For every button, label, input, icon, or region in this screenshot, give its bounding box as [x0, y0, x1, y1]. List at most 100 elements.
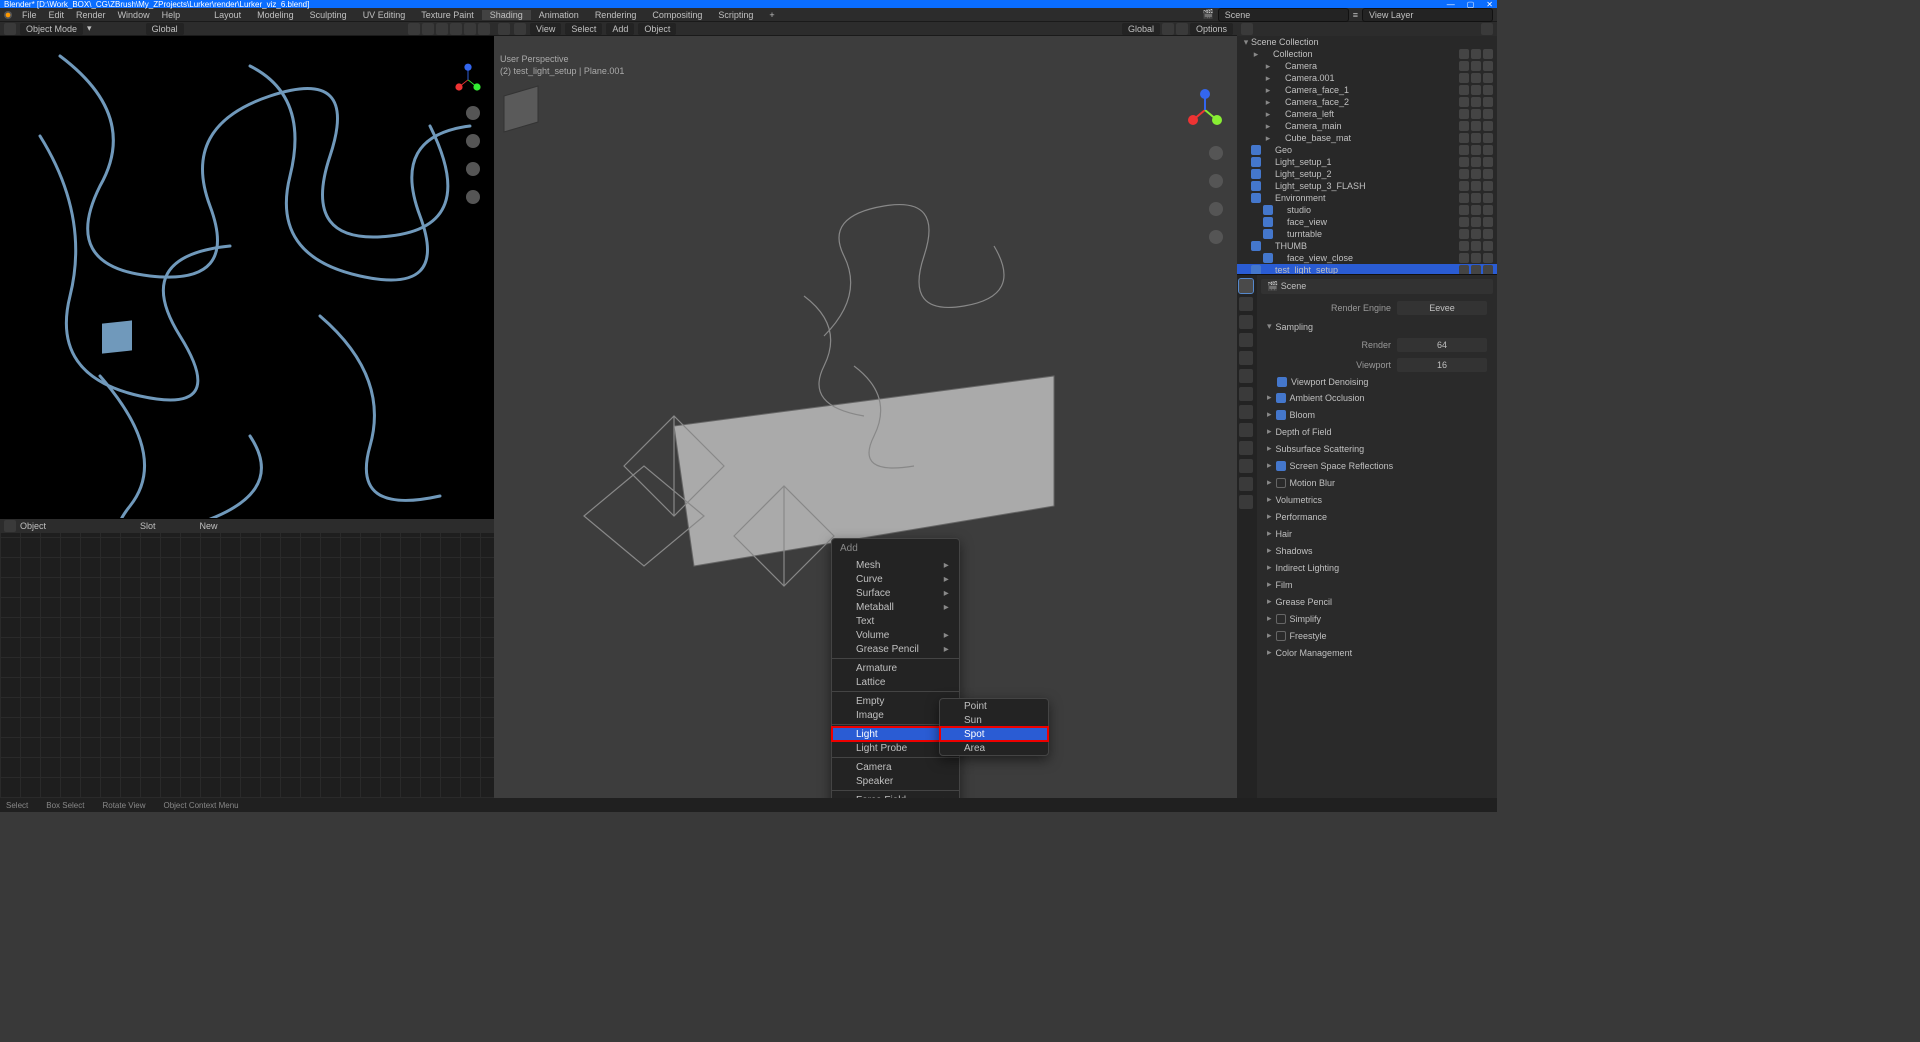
orient-3d-dropdown[interactable]: Global — [1122, 23, 1160, 35]
ctx-item-volume[interactable]: Volume▸ — [832, 628, 959, 642]
shading-matcap-icon[interactable] — [464, 23, 476, 35]
sub-item-spot[interactable]: Spot — [940, 727, 1048, 741]
options-dropdown[interactable]: Options — [1190, 23, 1233, 35]
node-mode-dropdown[interactable]: Object — [20, 521, 46, 531]
menu-help[interactable]: Help — [156, 10, 187, 20]
outliner-row-camera-001[interactable]: ▸Camera.001 — [1237, 72, 1497, 84]
pan-icon[interactable] — [466, 134, 480, 148]
workspace-sculpting[interactable]: Sculpting — [302, 10, 355, 20]
workspace-uvediting[interactable]: UV Editing — [355, 10, 414, 20]
ctx-item-grease-pencil[interactable]: Grease Pencil▸ — [832, 642, 959, 656]
tab-object[interactable] — [1239, 369, 1253, 383]
scene-input[interactable] — [1218, 8, 1349, 22]
outliner-row-camera_main[interactable]: ▸Camera_main — [1237, 120, 1497, 132]
panel-indirect-lighting[interactable]: ▸Indirect Lighting — [1261, 559, 1493, 576]
tab-output[interactable] — [1239, 297, 1253, 311]
persp-ortho-icon[interactable] — [466, 190, 480, 204]
panel-subsurface-scattering[interactable]: ▸Subsurface Scattering — [1261, 440, 1493, 457]
outliner-type-icon[interactable] — [1241, 23, 1253, 35]
nodes-canvas[interactable] — [0, 533, 494, 798]
ctx-item-armature[interactable]: Armature — [832, 661, 959, 675]
outliner-row-camera_left[interactable]: ▸Camera_left — [1237, 108, 1497, 120]
workspace-texturepaint[interactable]: Texture Paint — [413, 10, 482, 20]
workspace-compositing[interactable]: Compositing — [644, 10, 710, 20]
menu-edit[interactable]: Edit — [43, 10, 71, 20]
overlay-toggle-icon[interactable] — [408, 23, 420, 35]
object-menu[interactable]: Object — [638, 23, 676, 35]
panel-ambient-occlusion[interactable]: ▸Ambient Occlusion — [1261, 389, 1493, 406]
outliner-scene-collection[interactable]: ▾Scene Collection — [1237, 36, 1497, 48]
zoom-icon[interactable] — [466, 106, 480, 120]
outliner-row-face_view[interactable]: face_view — [1237, 216, 1497, 228]
tab-texture[interactable] — [1239, 495, 1253, 509]
new-material-button[interactable]: New — [200, 521, 218, 531]
outliner-row-camera_face_2[interactable]: ▸Camera_face_2 — [1237, 96, 1497, 108]
cursor-tool-icon[interactable] — [514, 23, 526, 35]
ctx-item-camera[interactable]: Camera — [832, 760, 959, 774]
ctx-item-surface[interactable]: Surface▸ — [832, 586, 959, 600]
ctx-item-metaball[interactable]: Metaball▸ — [832, 600, 959, 614]
outliner-row-turntable[interactable]: turntable — [1237, 228, 1497, 240]
tab-scene[interactable] — [1239, 333, 1253, 347]
outliner-row-camera[interactable]: ▸Camera — [1237, 60, 1497, 72]
editor-type-3d-icon[interactable] — [498, 23, 510, 35]
node-editor-type-icon[interactable] — [4, 520, 16, 532]
outliner-row-studio[interactable]: studio — [1237, 204, 1497, 216]
shading-wire-icon[interactable] — [436, 23, 448, 35]
outliner-row-cube_base_mat[interactable]: ▸Cube_base_mat — [1237, 132, 1497, 144]
viewport-3d[interactable]: User Perspective (2) test_light_setup | … — [494, 36, 1237, 798]
nav-gizmo-left[interactable] — [450, 60, 486, 96]
outliner-row-light_setup_1[interactable]: Light_setup_1 — [1237, 156, 1497, 168]
panel-shadows[interactable]: ▸Shadows — [1261, 542, 1493, 559]
slot-dropdown[interactable]: Slot — [140, 521, 156, 531]
mode-dropdown[interactable]: Object Mode — [20, 23, 83, 35]
panel-motion-blur[interactable]: ▸Motion Blur — [1261, 474, 1493, 491]
camera-view-icon[interactable] — [466, 162, 480, 176]
tab-material[interactable] — [1239, 477, 1253, 491]
select-menu[interactable]: Select — [565, 23, 602, 35]
outliner-row-face_view_close[interactable]: face_view_close — [1237, 252, 1497, 264]
tab-data[interactable] — [1239, 459, 1253, 473]
sub-item-sun[interactable]: Sun — [940, 713, 1048, 727]
proportional-icon[interactable] — [1176, 23, 1188, 35]
workspace-layout[interactable]: Layout — [206, 10, 249, 20]
panel-bloom[interactable]: ▸Bloom — [1261, 406, 1493, 423]
panel-film[interactable]: ▸Film — [1261, 576, 1493, 593]
workspace-add[interactable]: + — [761, 10, 782, 20]
menu-window[interactable]: Window — [112, 10, 156, 20]
panel-sampling[interactable]: ▾Sampling — [1261, 318, 1493, 335]
editor-type-icon[interactable] — [4, 23, 16, 35]
sub-item-area[interactable]: Area — [940, 741, 1048, 755]
snap-icon[interactable] — [1162, 23, 1174, 35]
orient-dropdown[interactable]: Global — [146, 23, 184, 35]
tab-modifiers[interactable] — [1239, 387, 1253, 401]
panel-freestyle[interactable]: ▸Freestyle — [1261, 627, 1493, 644]
shading-rendered-icon[interactable] — [478, 23, 490, 35]
viewlayer-input[interactable] — [1362, 8, 1493, 22]
xray-toggle-icon[interactable] — [422, 23, 434, 35]
render-engine-dropdown[interactable]: Eevee — [1397, 301, 1487, 315]
workspace-scripting[interactable]: Scripting — [710, 10, 761, 20]
sub-item-point[interactable]: Point — [940, 699, 1048, 713]
filter-icon[interactable] — [1481, 23, 1493, 35]
panel-volumetrics[interactable]: ▸Volumetrics — [1261, 491, 1493, 508]
workspace-animation[interactable]: Animation — [531, 10, 587, 20]
ctx-item-lattice[interactable]: Lattice — [832, 675, 959, 689]
tab-world[interactable] — [1239, 351, 1253, 365]
shading-solid-icon[interactable] — [450, 23, 462, 35]
outliner-row-collection[interactable]: ▸Collection — [1237, 48, 1497, 60]
tab-viewlayer[interactable] — [1239, 315, 1253, 329]
add-menu[interactable]: Add — [606, 23, 634, 35]
tab-render[interactable] — [1239, 279, 1253, 293]
tab-physics[interactable] — [1239, 423, 1253, 437]
ctx-item-speaker[interactable]: Speaker — [832, 774, 959, 788]
panel-simplify[interactable]: ▸Simplify — [1261, 610, 1493, 627]
outliner-row-light_setup_2[interactable]: Light_setup_2 — [1237, 168, 1497, 180]
outliner-row-test_light_setup[interactable]: test_light_setup — [1237, 264, 1497, 275]
outliner-row-light_setup_3_flash[interactable]: Light_setup_3_FLASH — [1237, 180, 1497, 192]
menu-file[interactable]: File — [16, 10, 43, 20]
viewport-rendered[interactable] — [0, 36, 494, 518]
ctx-item-force-field[interactable]: Force Field▸ — [832, 793, 959, 798]
viewport-samples[interactable]: 16 — [1397, 358, 1487, 372]
tab-particles[interactable] — [1239, 405, 1253, 419]
